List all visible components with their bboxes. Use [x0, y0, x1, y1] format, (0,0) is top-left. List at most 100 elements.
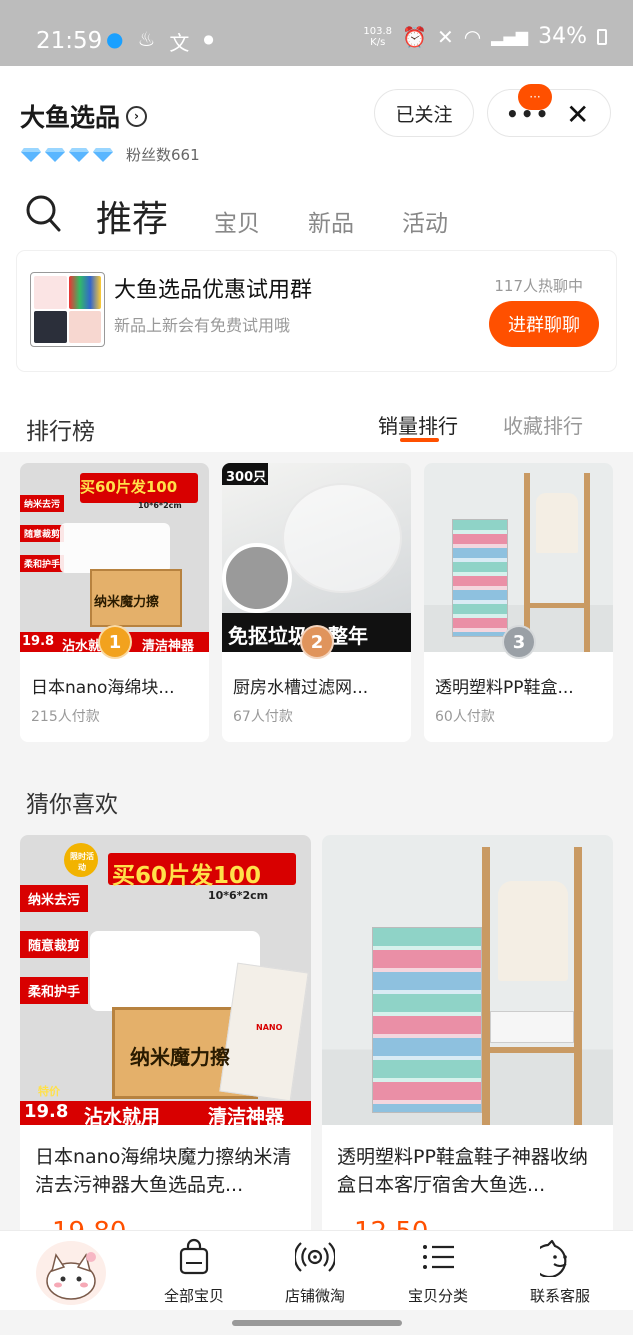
group-avatar: [30, 272, 105, 347]
image-size-text: 10*6*2cm: [208, 889, 269, 902]
shop-avatar[interactable]: [36, 1241, 106, 1305]
image-nano-text: NANO: [256, 1023, 283, 1032]
nav-label: 全部宝贝: [163, 1287, 224, 1305]
sweater-shape: [498, 881, 568, 981]
close-button[interactable]: ✕: [566, 98, 589, 131]
tab-items[interactable]: 宝贝: [214, 204, 260, 238]
tab-new[interactable]: 新品: [308, 204, 354, 238]
nav-all-items[interactable]: 全部宝贝: [144, 1237, 244, 1306]
image-box-text: 纳米魔力擦: [94, 595, 160, 610]
tab-sales-ranking[interactable]: 销量排行: [378, 410, 458, 439]
qq-icon: ●: [106, 27, 124, 51]
image-headline-text: 买60片发100: [112, 863, 262, 889]
image-tag: 柔和护手: [20, 555, 65, 572]
product-image: 限时活动 买60片发100 10*6*2cm 纳米去污 随意裁剪 柔和护手 NA…: [20, 835, 311, 1125]
image-tag: 纳米去污: [20, 885, 89, 912]
ranking-item[interactable]: 3 透明塑料PP鞋盒... 60人付款: [424, 463, 613, 742]
tab-activity[interactable]: 活动: [402, 204, 448, 238]
translate-icon: 文: [169, 31, 190, 55]
rack-pole: [482, 847, 490, 1125]
follow-button[interactable]: 已关注: [374, 89, 474, 137]
shoebox-stack: [372, 927, 482, 1113]
app-notification-icon: ♨: [137, 27, 156, 51]
limited-badge-text: 限时活动: [70, 852, 94, 872]
image-tag: 随意裁剪: [20, 931, 89, 958]
shop-name-link[interactable]: 大鱼选品 ›: [20, 98, 148, 134]
active-tab-indicator: [400, 438, 439, 442]
broadcast-icon: [295, 1242, 335, 1272]
mute-icon: ✕: [436, 24, 454, 49]
image-tag: 随意裁剪: [20, 525, 65, 542]
home-indicator[interactable]: [232, 1320, 402, 1326]
diamond-icon: [92, 147, 114, 163]
status-time: 21:59: [36, 28, 103, 54]
shop-level-badges: 粉丝数661: [20, 144, 200, 165]
shoebox-stack: [452, 519, 508, 637]
status-system-icons: 103.8 K/s ⏰ ✕ ◠ ▂▄▆ 34%: [363, 24, 607, 49]
tab-favorites-ranking[interactable]: 收藏排行: [503, 410, 583, 439]
image-box-text: 纳米魔力擦: [130, 1045, 230, 1069]
product-name: 透明塑料PP鞋盒鞋子神器收纳盒日本客厅宿舍大鱼选...: [337, 1146, 588, 1196]
signal-icon: ▂▄▆: [491, 27, 529, 46]
join-group-button[interactable]: 进群聊聊: [489, 301, 599, 347]
group-chat-card[interactable]: 大鱼选品优惠试用群 新品上新会有免费试用哦 117人热聊中 进群聊聊: [17, 251, 616, 371]
group-online-count: 117人热聊中: [494, 277, 583, 295]
ranking-item[interactable]: 300只 免抠垃圾一整年 2 厨房水槽过滤网... 67人付款: [222, 463, 411, 742]
chat-face-icon: [540, 1239, 567, 1277]
recommended-item[interactable]: 透明塑料PP鞋盒鞋子神器收纳盒日本客厅宿舍大鱼选... 12.50: [322, 835, 613, 1255]
image-headline-text: 买60片发100: [80, 478, 178, 496]
image-banner-text: 沾水就用: [84, 1106, 161, 1125]
nav-label: 店铺微淘: [284, 1287, 345, 1305]
image-banner-text: 免抠垃圾一整年: [228, 624, 368, 648]
ranking-title: 排行榜: [26, 419, 95, 445]
rank-medal: 2: [300, 625, 334, 659]
product-sales: 215人付款: [31, 709, 100, 725]
status-notification-icons: ● ♨ 文 ●: [106, 27, 214, 56]
list-icon: [423, 1245, 454, 1269]
recommended-item[interactable]: 限时活动 买60片发100 10*6*2cm 纳米去污 随意裁剪 柔和护手 NA…: [20, 835, 311, 1255]
diamond-icon: [20, 147, 42, 163]
nav-categories[interactable]: 宝贝分类: [388, 1237, 488, 1306]
fans-count: 粉丝数661: [126, 146, 200, 164]
corner-tag-text: 300只: [226, 470, 267, 485]
product-image: 买60片发100 10*6*2cm 纳米去污 随意裁剪 柔和护手 纳米魔力擦 1…: [20, 463, 209, 652]
bag-icon: [179, 1238, 209, 1275]
product-sales: 60人付款: [435, 709, 495, 725]
nav-customer-service[interactable]: 联系客服: [510, 1237, 610, 1306]
sponge-pile: [60, 523, 170, 573]
diamond-icon: [44, 147, 66, 163]
search-icon[interactable]: [25, 194, 61, 232]
product-image: 300只 免抠垃圾一整年: [222, 463, 411, 652]
chevron-right-icon: ›: [126, 105, 148, 127]
storage-basket: [490, 1011, 574, 1043]
nav-label: 联系客服: [529, 1287, 590, 1305]
alarm-icon: ⏰: [402, 24, 427, 49]
battery-icon: [597, 28, 607, 45]
nav-shop-feed[interactable]: 店铺微淘: [265, 1237, 365, 1306]
guess-you-like-title: 猜你喜欢: [26, 792, 118, 818]
product-name: 日本nano海绵块...: [31, 678, 175, 698]
ranking-item[interactable]: 买60片发100 10*6*2cm 纳米去污 随意裁剪 柔和护手 纳米魔力擦 1…: [20, 463, 209, 742]
network-speed: 103.8 K/s: [363, 25, 393, 48]
rack-pole: [584, 473, 590, 652]
product-name: 日本nano海绵块魔力擦纳米清洁去污神器大鱼选品克...: [35, 1146, 292, 1196]
notification-badge: ···: [518, 84, 552, 110]
wifi-icon: ◠: [463, 24, 482, 49]
image-banner-text: 清洁神器: [208, 1106, 285, 1125]
tab-recommend[interactable]: 推荐: [96, 190, 168, 242]
sweater-shape: [536, 493, 578, 553]
rack-pole: [574, 847, 582, 1125]
rank-medal: 3: [502, 625, 536, 659]
bottom-navigation: 全部宝贝 店铺微淘 宝贝分类 联系客服: [0, 1230, 633, 1310]
rack-shelf: [530, 603, 588, 608]
image-price-text: 19.8: [24, 1101, 69, 1122]
status-bar: 21:59 ● ♨ 文 ● 103.8 K/s ⏰ ✕ ◠ ▂▄▆ 34%: [0, 0, 633, 66]
image-price-label: 特价: [38, 1085, 60, 1098]
filter-net-shape: [282, 483, 402, 593]
product-name: 厨房水槽过滤网...: [233, 678, 369, 698]
battery-level: 34%: [538, 24, 587, 49]
dot-icon: ●: [203, 32, 214, 46]
product-name: 透明塑料PP鞋盒...: [435, 678, 574, 698]
rack-shelf: [490, 1047, 574, 1053]
group-name: 大鱼选品优惠试用群: [114, 278, 313, 303]
